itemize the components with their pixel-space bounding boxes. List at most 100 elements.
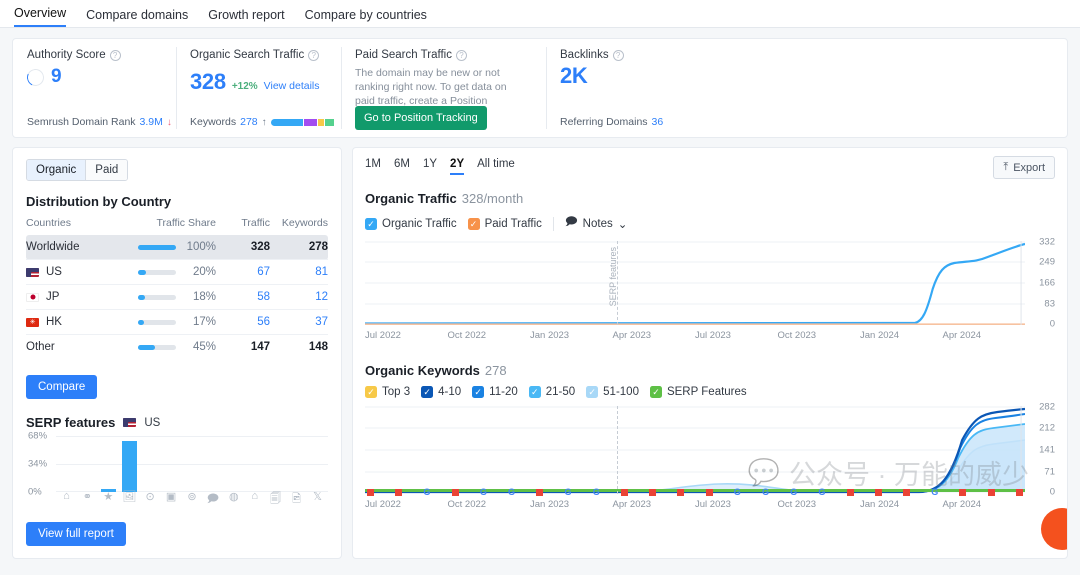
x-tick: Apr 2024 [943,330,1026,341]
x-tick: Apr 2023 [613,330,696,341]
legend-4-10[interactable]: ✓ 4-10 [421,386,461,398]
compare-button[interactable]: Compare [26,375,97,399]
google-update-marker[interactable] [875,489,882,496]
keywords-row: Keywords 278 ↑ [190,116,343,128]
col-traffic-share: Traffic Share [120,217,216,235]
google-update-marker[interactable] [847,489,854,496]
legend-51-100[interactable]: ✓ 51-100 [586,386,639,398]
google-core-marker[interactable]: G [931,489,938,496]
table-row[interactable]: US 20% 67 81 [26,260,328,285]
google-core-marker[interactable]: G [818,489,825,496]
google-update-marker[interactable] [649,489,656,496]
google-update-marker[interactable] [706,489,713,496]
google-core-marker[interactable]: G [790,489,797,496]
legend-11-20[interactable]: ✓ 11-20 [472,386,518,398]
traffic-value[interactable]: 67 [216,260,270,285]
twitter-icon[interactable]: 𝕏 [307,490,328,509]
table-row[interactable]: Worldwide 100% 328 278 [26,235,328,260]
instant-answer-icon[interactable]: ⊚ [182,490,203,509]
tab-compare-domains[interactable]: Compare domains [86,8,188,27]
traffic-value[interactable]: 58 [216,285,270,310]
keywords-value[interactable]: 12 [270,285,328,310]
domain-rank-row: Semrush Domain Rank 3.9M ↓ [27,116,172,128]
google-update-marker[interactable] [395,489,402,496]
range-all-time[interactable]: All time [477,158,515,175]
table-row[interactable]: JP 18% 58 12 [26,285,328,310]
google-core-marker[interactable]: G [734,489,741,496]
video-icon[interactable]: ⊙ [140,490,161,509]
flag-us-icon [26,268,39,277]
range-2y[interactable]: 2Y [450,158,464,175]
google-update-marker[interactable] [903,489,910,496]
google-core-marker[interactable]: G [564,489,571,496]
google-core-marker[interactable]: G [508,489,515,496]
legend-21-50[interactable]: ✓ 21-50 [529,386,575,398]
traffic-share-cell: 17% [120,310,216,335]
google-core-marker[interactable]: G [480,489,487,496]
toggle-paid[interactable]: Paid [86,160,127,180]
legend-organic-traffic[interactable]: ✓ Organic Traffic [365,218,457,230]
sitelinks-icon[interactable]: ⚭ [77,490,98,509]
google-update-marker[interactable] [677,489,684,496]
google-update-marker[interactable] [367,489,374,496]
news-icon[interactable]: 🗐 [265,490,286,509]
google-update-marker[interactable] [988,489,995,496]
google-update-marker[interactable] [1016,489,1023,496]
legend-top-3[interactable]: ✓ Top 3 [365,386,410,398]
range-6m[interactable]: 6M [394,158,410,175]
checkbox-checked-icon: ✓ [421,386,433,398]
keywords-value: 278 [270,235,328,260]
checkbox-checked-icon: ✓ [365,386,377,398]
info-icon[interactable]: ? [308,50,319,61]
view-details-link[interactable]: View details [264,80,320,92]
reviews-star-icon[interactable]: ★ [98,490,119,509]
gauge-icon [25,66,47,88]
domain-rank-value[interactable]: 3.9M [140,116,163,128]
google-core-marker[interactable]: G [423,489,430,496]
google-core-marker[interactable]: G [762,489,769,496]
google-update-marker[interactable] [536,489,543,496]
keywords-value[interactable]: 37 [270,310,328,335]
info-icon[interactable]: ? [110,50,121,61]
range-1m[interactable]: 1M [365,158,381,175]
image-pack-icon[interactable]: 🖼 [119,490,140,509]
featured-snippet-icon[interactable]: ⌂ [56,490,77,509]
google-update-marker[interactable] [959,489,966,496]
legend-paid-traffic[interactable]: ✓ Paid Traffic [468,218,542,230]
floating-action-button[interactable] [1041,508,1068,550]
tab-compare-by-countries[interactable]: Compare by countries [305,8,427,27]
knowledge-panel-icon[interactable]: ⌂ [244,490,265,509]
toggle-organic[interactable]: Organic [27,160,86,180]
google-update-marker[interactable] [621,489,628,496]
referring-domains-value[interactable]: 36 [652,116,664,128]
notes-dropdown[interactable]: 🗩 Notes ⌄ [565,214,627,233]
export-icon: ⤒ [1003,161,1008,174]
jobs-icon[interactable]: 🖻 [286,490,307,509]
tab-overview[interactable]: Overview [14,6,66,27]
traffic-value[interactable]: 56 [216,310,270,335]
tab-growth-report[interactable]: Growth report [208,8,284,27]
view-full-report-button[interactable]: View full report [26,522,126,546]
info-icon[interactable]: ? [456,50,467,61]
export-label: Export [1013,162,1045,174]
google-update-marker[interactable] [452,489,459,496]
legend-serp-features[interactable]: ✓ SERP Features [650,386,747,398]
serp-feature-icons: ⌂ ⚭ ★ 🖼 ⊙ ▣ ⊚ 🗩 ◍ ⌂ 🗐 🖻 𝕏 [56,490,328,509]
export-button[interactable]: ⤒ Export [993,156,1055,179]
legend-top-3-label: Top 3 [382,386,410,398]
card-organic-search-traffic: Organic Search Traffic ? 328 +12% View d… [176,39,341,137]
info-icon[interactable]: ? [613,50,624,61]
go-to-position-tracking-button[interactable]: Go to Position Tracking [355,106,487,130]
people-also-ask-icon[interactable]: 🗩 [202,490,223,509]
google-core-marker[interactable]: G [593,489,600,496]
x-tick: Jan 2023 [530,330,613,341]
table-row[interactable]: Other 45% 147 148 [26,335,328,360]
keywords-value[interactable]: 81 [270,260,328,285]
arrow-down-icon: ↓ [167,117,172,128]
keywords-value[interactable]: 278 [240,116,258,128]
local-pack-icon[interactable]: ◍ [223,490,244,509]
table-row[interactable]: ✳ HK 17% 56 37 [26,310,328,335]
range-1y[interactable]: 1Y [423,158,437,175]
video-carousel-icon[interactable]: ▣ [161,490,182,509]
authority-score-title: Authority Score ? [27,49,162,61]
